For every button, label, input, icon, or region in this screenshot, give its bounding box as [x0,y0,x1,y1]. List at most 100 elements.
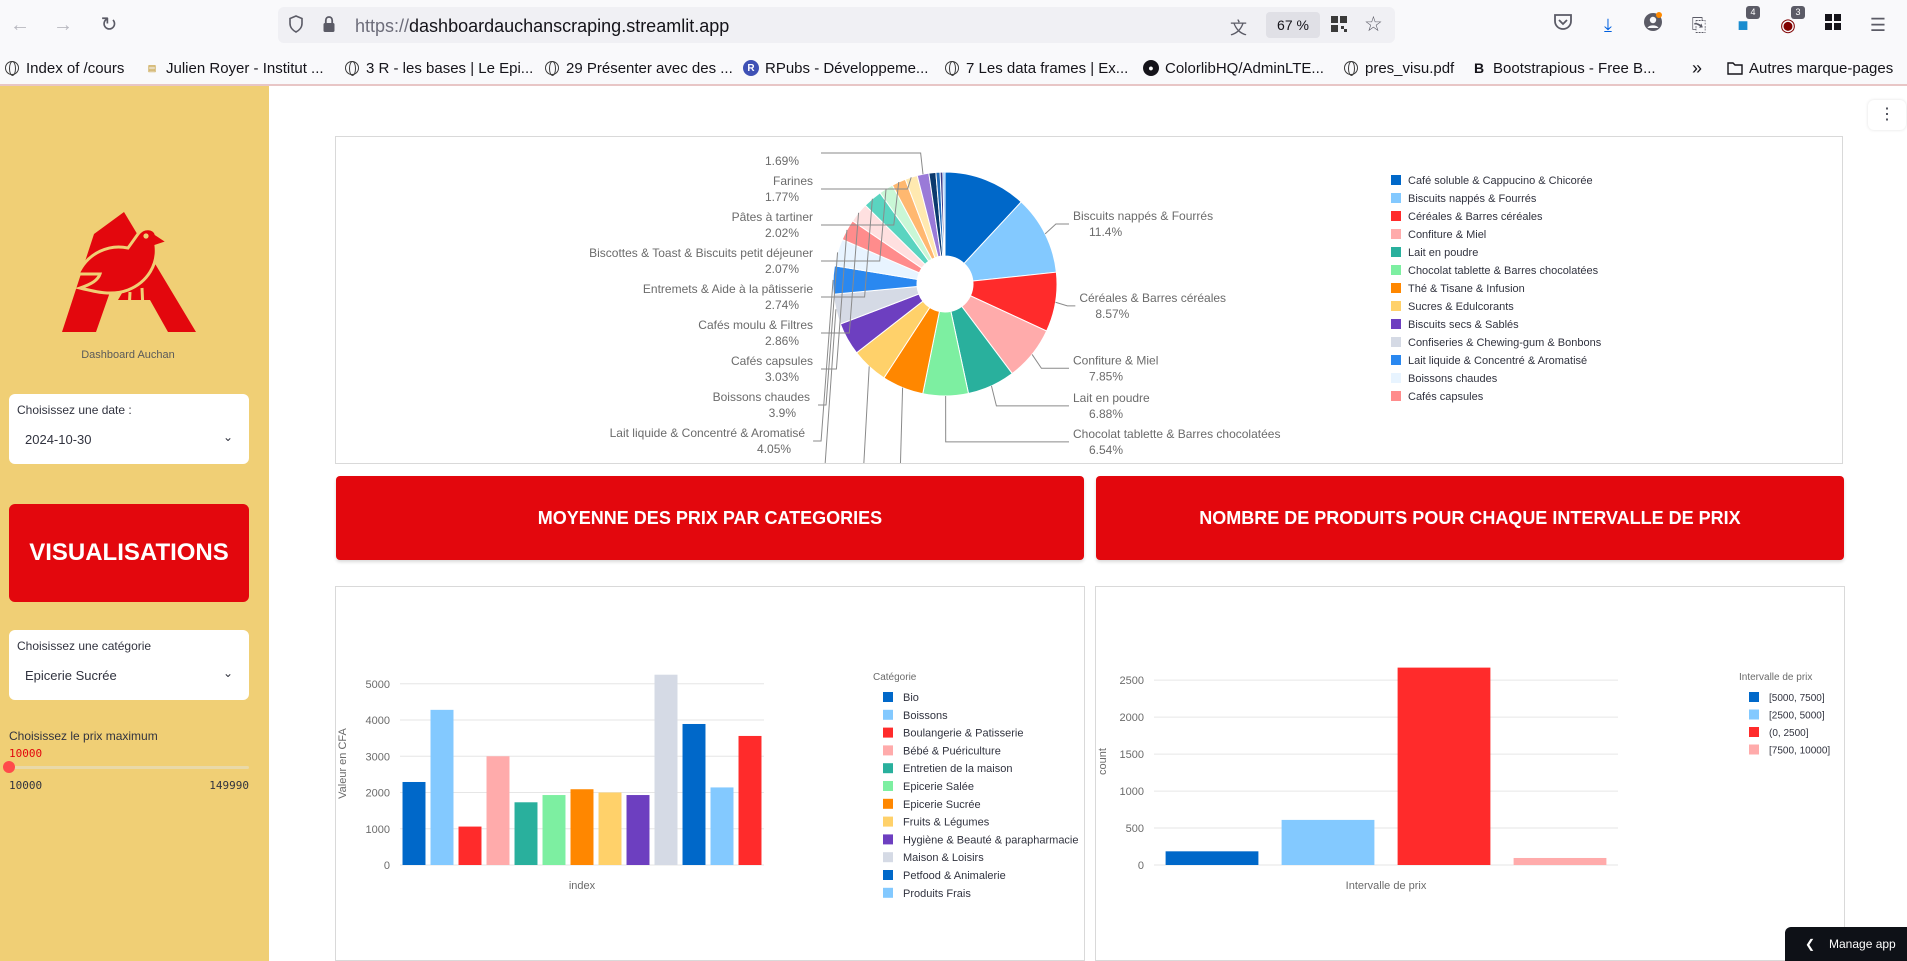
y-tick-label: 1500 [1120,749,1144,761]
y-tick-label: 0 [1138,860,1144,872]
forward-icon[interactable]: → [50,12,76,38]
chart-gridlines [1154,679,1618,866]
legend-label: [2500, 5000] [1769,711,1825,722]
bookmark-label: RPubs - Développeme... [765,59,929,77]
bookmark-presenter[interactable]: 29 Présenter avec des ... [544,58,733,78]
legend-swatch [1391,337,1401,347]
legend-swatch [1391,355,1401,365]
shield-icon[interactable] [288,15,304,38]
legend-swatch [883,692,893,702]
legend-label: (0, 2500] [1769,728,1809,739]
pie-leader-line [899,387,904,463]
pie-label: Chocolat tablette & Barres chocolatées [1073,427,1280,441]
qr-code-icon[interactable] [1330,15,1348,38]
y-axis-label: Valeur en CFA [337,727,349,798]
y-tick-label: 4000 [366,715,390,727]
bookmark-adminlte[interactable]: ● ColorlibHQ/AdminLTE... [1143,58,1324,78]
extension-tab-counter-icon[interactable]: ■ 4 [1730,6,1760,38]
pie-pct-label: 6.54% [1089,443,1123,457]
y-tick-label: 2000 [366,788,390,800]
legend-swatch [1391,391,1401,401]
pie-pct-label: 2.74% [765,298,799,312]
legend-label: Lait en poudre [1408,247,1478,259]
chevron-down-icon[interactable]: ⌄ [223,666,233,680]
chart-legend: Intervalle de prix [5000, 7500] [2500, 500… [1739,672,1830,757]
globe-icon [944,60,960,76]
avg-price-bar-chart: 0 1000 2000 3000 4000 5000 index Valeur en CFA C… [337,672,1079,900]
bar [682,723,706,865]
extensions-icon[interactable]: ⎘ [1686,12,1712,38]
bookmark-bootstrapious[interactable]: B Bootstrapious - Free B... [1471,58,1656,78]
legend-label: Boulangerie & Patisserie [903,728,1023,740]
legend-swatch [1749,709,1759,720]
bookmark-star-icon[interactable]: ☆ [1364,12,1383,37]
pocket-icon[interactable] [1550,12,1576,38]
legend-label: Boissons chaudes [1408,373,1498,385]
date-selectbox[interactable]: Choisissez une date : 2024-10-30 ⌄ [9,394,249,464]
pie-pct-label: 11.4% [1089,225,1122,239]
main-content: ⋮ 1.69% Farines 1.77% Pâtes à tartiner 2.02%… [269,86,1907,961]
legend-label: Lait liquide & Concentré & Aromatisé [1408,355,1587,367]
url-text[interactable]: https://dashboardauchanscraping.streamli… [355,16,729,37]
pie-pct-label: 3.9% [769,406,797,420]
bookmark-rpubs[interactable]: R RPubs - Développeme... [743,58,928,78]
pie-pct-label: 2.07% [765,262,799,276]
chevron-down-icon[interactable]: ⌄ [223,430,233,444]
bookmark-label: Index of /cours [26,59,125,77]
translate-icon[interactable]: 文 [1230,14,1247,39]
pie-pct-label: 2.86% [765,334,799,348]
legend-swatch [1749,744,1759,755]
reload-icon[interactable]: ↻ [96,12,122,38]
pie-pct-label: 1.77% [765,190,799,204]
rpubs-icon: R [743,60,759,76]
y-tick-label: 5000 [366,679,390,691]
avg-price-card: MOYENNE DES PRIX PAR CATEGORIES [336,476,1084,560]
y-tick-label: 500 [1126,823,1144,835]
legend-label: Cafés capsules [1408,391,1484,403]
pie-leader-line [1055,301,1076,307]
bookmark-r-bases[interactable]: 3 R - les bases | Le Epi... [344,58,533,78]
zoom-level[interactable]: 67 % [1266,12,1320,38]
back-icon[interactable]: ← [7,12,33,38]
legend-swatch [1391,373,1401,383]
bookmark-julien-royer[interactable]: ▤ Julien Royer - Institut ... [144,58,324,78]
sidebar: Dashboard Auchan Choisissez une date : 2… [0,86,269,961]
price-slider-thumb[interactable] [3,761,15,773]
visualisations-banner: VISUALISATIONS [9,504,249,602]
category-selectbox[interactable]: Choisissez une catégorie Epicerie Sucrée… [9,630,249,700]
visualisations-title: VISUALISATIONS [29,539,229,566]
pie-leader-line [1044,223,1069,235]
pie-label: Confiseries & Chewing-gum & Bonbons [597,462,808,464]
bar [626,795,650,865]
ublock-icon[interactable]: ◉ 3 [1775,6,1805,38]
account-icon[interactable] [1640,12,1666,38]
grid-extension-icon[interactable] [1820,12,1846,38]
download-icon[interactable]: ⤓ [1595,12,1621,38]
other-bookmarks-folder[interactable]: Autres marque-pages [1727,58,1893,78]
url-bar[interactable]: https://dashboardauchanscraping.streamli… [278,7,1395,43]
hamburger-menu-icon[interactable]: ☰ [1865,12,1891,38]
price-slider-min: 10000 [9,779,43,792]
date-label: Choisissez une date : [17,403,132,417]
bookmark-data-frames[interactable]: 7 Les data frames | Ex... [944,58,1128,78]
github-icon: ● [1143,60,1159,76]
main-menu-button[interactable]: ⋮ [1868,100,1906,130]
legend-swatch [1391,283,1401,293]
bar [738,735,762,865]
lock-icon[interactable] [322,15,336,38]
legend-swatch [883,763,893,774]
legend-label: Confiture & Miel [1408,229,1486,241]
pie-label: Pâtes à tartiner [732,210,813,224]
legend-swatch [883,745,893,756]
pie-pct-label: 7.85% [1089,369,1123,383]
price-slider-track[interactable] [3,761,249,773]
bookmark-index-cours[interactable]: Index of /cours [4,58,124,78]
pie-pct-label: 2.02% [765,226,799,240]
bookmarks-overflow-icon[interactable]: » [1692,58,1702,78]
bar [1281,819,1375,865]
category-value: Epicerie Sucrée [25,668,117,683]
bookmark-pres-visu[interactable]: pres_visu.pdf [1343,58,1454,78]
manage-app-button[interactable]: ❮ Manage app [1785,927,1907,961]
legend-label: Confiseries & Chewing-gum & Bonbons [1408,337,1602,349]
legend-label: Entretien de la maison [903,763,1012,775]
